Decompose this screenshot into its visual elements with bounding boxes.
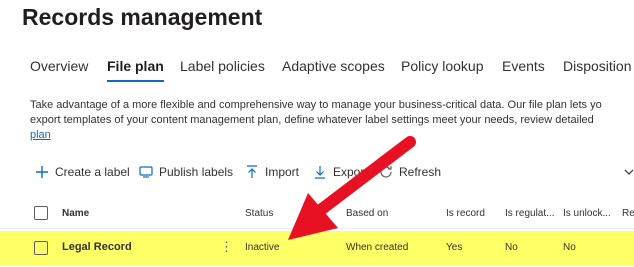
description-line-1: Take advantage of a more flexible and co… bbox=[30, 99, 602, 111]
tab-label-policies[interactable]: Label policies bbox=[180, 58, 265, 82]
refresh-button[interactable]: Refresh bbox=[378, 164, 441, 180]
create-label-button[interactable]: Create a label bbox=[34, 164, 130, 180]
column-header-is-unlocked[interactable]: Is unlock... bbox=[563, 208, 611, 219]
tab-overview[interactable]: Overview bbox=[30, 58, 88, 82]
select-all-checkbox[interactable] bbox=[34, 206, 48, 220]
publish-labels-button[interactable]: Publish labels bbox=[138, 164, 233, 180]
refresh-icon bbox=[380, 166, 392, 178]
refresh-text: Refresh bbox=[399, 165, 442, 179]
publish-labels-text: Publish labels bbox=[159, 165, 234, 179]
publish-icon bbox=[139, 166, 153, 178]
column-header-is-record[interactable]: Is record bbox=[446, 208, 485, 219]
row-is-regulatory: No bbox=[505, 242, 518, 253]
create-label-text: Create a label bbox=[55, 165, 130, 179]
table-row[interactable]: Legal Record ⋮ Inactive When created Yes… bbox=[0, 231, 634, 265]
tab-events[interactable]: Events bbox=[502, 58, 545, 82]
export-button[interactable]: Export bbox=[312, 164, 368, 180]
more-options-icon[interactable]: ⋮ bbox=[220, 239, 233, 255]
row-checkbox[interactable] bbox=[34, 241, 48, 255]
command-bar: Create a label Publish labels Import Exp… bbox=[34, 164, 634, 184]
file-plan-link[interactable]: plan bbox=[30, 128, 634, 143]
row-name[interactable]: Legal Record bbox=[62, 241, 132, 253]
page-title: Records management bbox=[22, 4, 263, 30]
import-text: Import bbox=[265, 165, 300, 179]
upload-icon bbox=[247, 165, 257, 178]
export-text: Export bbox=[333, 165, 368, 179]
column-header-is-regulatory[interactable]: Is regulat... bbox=[505, 208, 554, 219]
tab-policy-lookup[interactable]: Policy lookup bbox=[401, 58, 484, 82]
tab-file-plan[interactable]: File plan bbox=[107, 58, 164, 82]
row-based-on: When created bbox=[346, 242, 409, 253]
download-icon bbox=[315, 166, 325, 179]
row-status: Inactive bbox=[245, 242, 280, 253]
description-line-2: export templates of your content managem… bbox=[30, 114, 594, 126]
file-plan-description: Take advantage of a more flexible and co… bbox=[30, 98, 634, 146]
row-is-unlocked: No bbox=[563, 242, 576, 253]
tab-adaptive-scopes[interactable]: Adaptive scopes bbox=[282, 58, 385, 82]
column-header-name[interactable]: Name bbox=[62, 208, 89, 219]
column-header-status[interactable]: Status bbox=[245, 208, 273, 219]
column-header-based-on[interactable]: Based on bbox=[346, 208, 388, 219]
chevron-down-icon[interactable] bbox=[624, 168, 634, 176]
tab-bar: Overview File plan Label policies Adapti… bbox=[30, 58, 634, 92]
import-button[interactable]: Import bbox=[244, 164, 299, 180]
row-is-record: Yes bbox=[446, 242, 463, 253]
plus-icon bbox=[36, 166, 48, 178]
table-header: Name Status Based on Is record Is regula… bbox=[0, 198, 634, 229]
tab-disposition[interactable]: Disposition bbox=[563, 58, 631, 82]
column-header-re[interactable]: Re bbox=[622, 208, 634, 219]
